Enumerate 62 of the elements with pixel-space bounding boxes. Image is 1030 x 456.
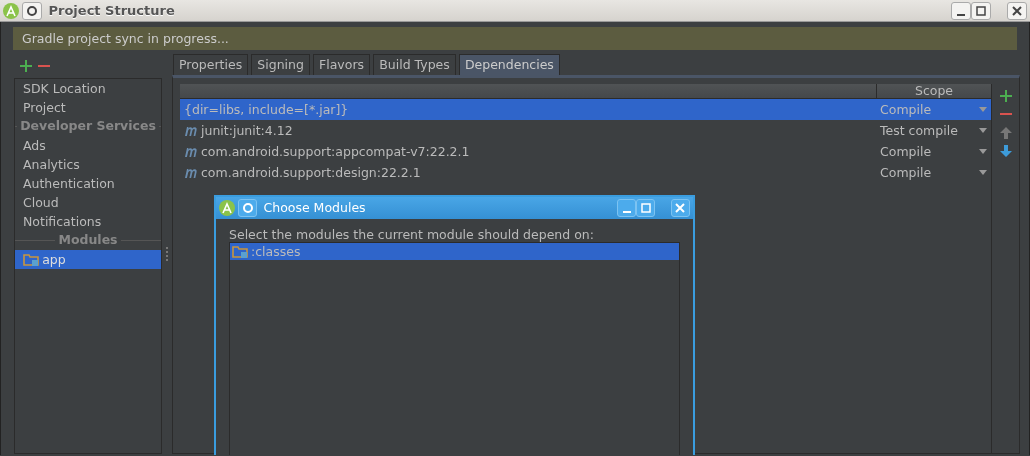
module-folder-icon — [23, 252, 39, 267]
circle-icon — [241, 202, 254, 214]
arrow-down-icon[interactable] — [999, 144, 1012, 157]
minimize-button[interactable] — [951, 1, 972, 20]
table-row[interactable]: junit:junit:4.12 Test compile — [180, 120, 991, 141]
module-item[interactable]: app — [15, 250, 161, 269]
sidebar-item[interactable]: Notifications — [15, 212, 161, 231]
table-row[interactable]: com.android.support:design:22.2.1 Compile — [180, 162, 991, 183]
dropdown-arrow-icon[interactable] — [979, 149, 987, 154]
dialog-prompt: Select the modules the current module should depend on: — [228, 226, 595, 242]
dependency-name: junit:junit:4.12 — [201, 122, 293, 140]
module-list-item[interactable]: :classes — [230, 243, 679, 260]
add-icon[interactable] — [20, 60, 32, 72]
sidebar-item[interactable]: Authentication — [15, 174, 161, 193]
maven-icon — [184, 167, 198, 178]
sync-banner: Gradle project sync in progress... — [13, 27, 1017, 50]
tab[interactable]: Signing — [251, 54, 310, 75]
sidebar-item[interactable]: Analytics — [15, 155, 161, 174]
maximize-button[interactable] — [971, 1, 992, 20]
dependency-name: com.android.support:appcompat-v7:22.2.1 — [201, 143, 470, 161]
arrow-up-icon[interactable] — [999, 126, 1012, 139]
dependency-name: com.android.support:design:22.2.1 — [201, 164, 421, 182]
dropdown-arrow-icon[interactable] — [979, 107, 987, 112]
add-icon[interactable] — [999, 90, 1012, 102]
section-header: Modules — [15, 231, 161, 250]
table-row[interactable]: {dir=libs, include=[*.jar]} Compile — [180, 99, 991, 120]
section-header: Developer Services — [15, 117, 161, 136]
module-folder-icon — [232, 244, 248, 259]
scope-value: Compile — [880, 164, 932, 182]
maximize-icon — [640, 203, 651, 213]
sidebar-item[interactable]: Ads — [15, 136, 161, 155]
scope-value: Compile — [880, 101, 932, 119]
table-row[interactable]: com.android.support:appcompat-v7:22.2.1 Compile — [180, 141, 991, 162]
maven-icon — [184, 125, 198, 136]
maximize-icon — [976, 5, 987, 16]
circle-icon — [26, 4, 39, 17]
tab[interactable]: Properties — [173, 54, 249, 75]
dependency-name: {dir=libs, include=[*.jar]} — [184, 101, 349, 119]
android-icon — [219, 200, 236, 216]
android-icon — [3, 2, 20, 19]
splitter-grip-icon[interactable] — [165, 247, 169, 261]
sidebar-item[interactable]: SDK Location — [15, 79, 161, 98]
dropdown-arrow-icon[interactable] — [979, 128, 987, 133]
scope-value: Compile — [880, 143, 932, 161]
column-header[interactable]: Scope — [876, 84, 991, 98]
minimize-icon — [622, 211, 631, 213]
window-title: Project Structure — [48, 1, 175, 20]
close-icon — [675, 203, 686, 213]
minimize-icon — [957, 13, 966, 16]
tab[interactable]: Dependencies — [458, 54, 560, 75]
close-button[interactable] — [1006, 1, 1027, 20]
maximize-button[interactable] — [636, 199, 656, 217]
scope-value: Test compile — [880, 122, 958, 140]
sidebar-item[interactable]: Project — [15, 98, 161, 117]
close-icon — [1011, 5, 1022, 16]
dropdown-arrow-icon[interactable] — [979, 170, 987, 175]
maven-icon — [184, 146, 198, 157]
sidebar-item[interactable]: Cloud — [15, 193, 161, 212]
dialog-title: Choose Modules — [263, 198, 366, 217]
tab[interactable]: Flavors — [313, 54, 371, 75]
window-menu-button[interactable] — [22, 1, 43, 20]
tab[interactable]: Build Types — [373, 54, 456, 75]
